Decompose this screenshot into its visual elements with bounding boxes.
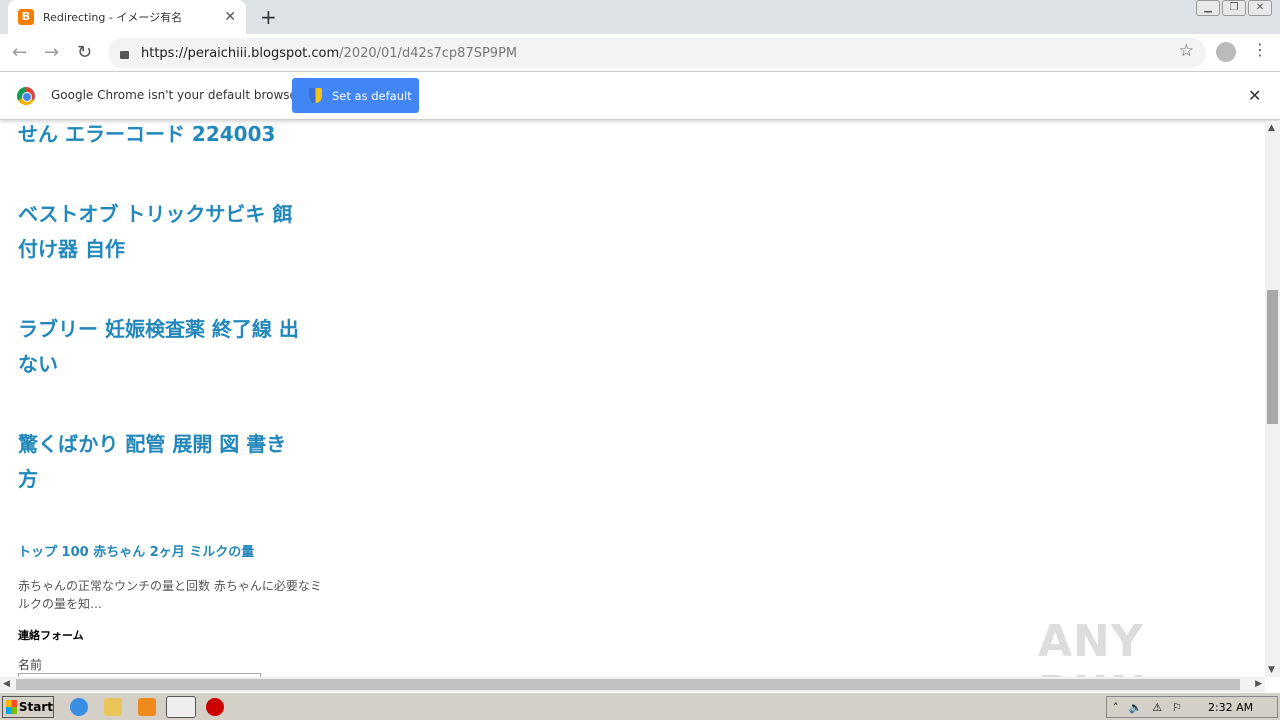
address-bar[interactable]: https://peraichiii.blogspot.com/2020/01/… xyxy=(108,38,1206,68)
page-content: せん エラーコード 224003 ベストオブ トリックサビキ 餌付け器 自作 ラ… xyxy=(0,121,1265,677)
vertical-scrollbar[interactable]: ▲ ▼ xyxy=(1265,121,1280,677)
volume-icon[interactable]: 🔈 xyxy=(1129,701,1143,714)
scroll-up-arrow[interactable]: ▲ xyxy=(1268,123,1275,133)
internet-explorer-icon[interactable] xyxy=(70,698,88,716)
post-title-link[interactable]: せん エラーコード 224003 xyxy=(18,121,338,152)
scroll-left-arrow[interactable]: ◀ xyxy=(3,679,10,689)
opera-icon[interactable] xyxy=(206,698,224,716)
default-browser-infobar: Google Chrome isn't your default browser… xyxy=(0,72,1280,120)
close-infobar-icon[interactable]: ✕ xyxy=(1248,86,1261,105)
browser-toolbar: ← → ↻ https://peraichiii.blogspot.com/20… xyxy=(0,34,1280,72)
action-center-flag-icon[interactable]: ⚐ xyxy=(1172,701,1182,714)
post-title-link[interactable]: ラブリー 妊娠検査薬 終了線 出ない xyxy=(18,312,338,382)
window-controls: ▁ ❐ ✕ xyxy=(1196,0,1272,16)
url-text: https://peraichiii.blogspot.com/2020/01/… xyxy=(141,45,518,61)
post-title-link[interactable]: 驚くばかり 配管 展開 図 書き方 xyxy=(18,427,338,497)
start-button[interactable]: Start xyxy=(2,696,54,718)
forward-button[interactable]: → xyxy=(44,42,59,63)
popular-post-link[interactable]: トップ 100 赤ちゃん 2ヶ月 ミルクの量 xyxy=(18,541,254,560)
reload-button[interactable]: ↻ xyxy=(77,42,92,63)
close-tab-icon[interactable]: ✕ xyxy=(224,9,236,25)
file-explorer-icon[interactable] xyxy=(104,698,122,716)
windows-logo-icon xyxy=(6,700,17,714)
show-hidden-icons[interactable]: ˄ xyxy=(1113,701,1119,714)
post-title-link[interactable]: ベストオブ トリックサビキ 餌付け器 自作 xyxy=(18,197,338,267)
start-label: Start xyxy=(18,700,53,714)
horizontal-scroll-thumb[interactable] xyxy=(16,679,1240,690)
name-label: 名前 xyxy=(18,658,43,672)
vertical-scroll-thumb[interactable] xyxy=(1267,290,1278,424)
close-window-button[interactable]: ✕ xyxy=(1248,0,1272,16)
menu-icon[interactable]: ⋮ xyxy=(1252,40,1268,59)
infobar-message: Google Chrome isn't your default browser xyxy=(51,88,302,102)
scroll-down-arrow[interactable]: ▼ xyxy=(1268,665,1275,675)
profile-avatar[interactable] xyxy=(1216,42,1236,62)
minimize-button[interactable]: ▁ xyxy=(1196,0,1220,16)
popular-post-snippet: 赤ちゃんの正常なウンチの量と回数 赤ちゃんに必要なミルクの量を知… xyxy=(18,579,322,611)
restore-button[interactable]: ❐ xyxy=(1222,0,1246,16)
scroll-right-arrow[interactable]: ▶ xyxy=(1255,679,1262,689)
new-tab-button[interactable]: + xyxy=(260,5,277,29)
set-as-default-button[interactable]: Set as default xyxy=(292,78,419,113)
blogger-icon: B xyxy=(18,9,34,25)
contact-form-heading: 連絡フォーム xyxy=(18,629,84,642)
browser-tab[interactable]: B Redirecting - イメージ有名 ✕ xyxy=(8,0,246,34)
tab-strip: B Redirecting - イメージ有名 ✕ + ▁ ❐ ✕ xyxy=(0,0,1280,34)
media-player-icon[interactable] xyxy=(138,698,156,716)
anyrun-watermark: ANY RUN xyxy=(1038,616,1146,677)
tab-title: Redirecting - イメージ有名 xyxy=(43,11,183,24)
bookmark-star-icon[interactable]: ☆ xyxy=(1179,41,1194,61)
shield-icon xyxy=(309,88,322,103)
back-button[interactable]: ← xyxy=(12,42,27,63)
taskbar: Start ˄ 🔈 ⚠ ⚐ 2:32 AM xyxy=(0,692,1280,720)
set-as-default-label: Set as default xyxy=(332,88,412,103)
chrome-icon xyxy=(17,87,35,105)
lock-icon xyxy=(120,51,129,59)
horizontal-scrollbar[interactable]: ◀ ▶ xyxy=(0,677,1265,692)
network-warning-icon[interactable]: ⚠ xyxy=(1152,701,1162,714)
system-tray: ˄ 🔈 ⚠ ⚐ 2:32 AM xyxy=(1106,696,1278,718)
chrome-taskbar-button[interactable] xyxy=(166,696,196,718)
clock[interactable]: 2:32 AM xyxy=(1208,701,1253,714)
